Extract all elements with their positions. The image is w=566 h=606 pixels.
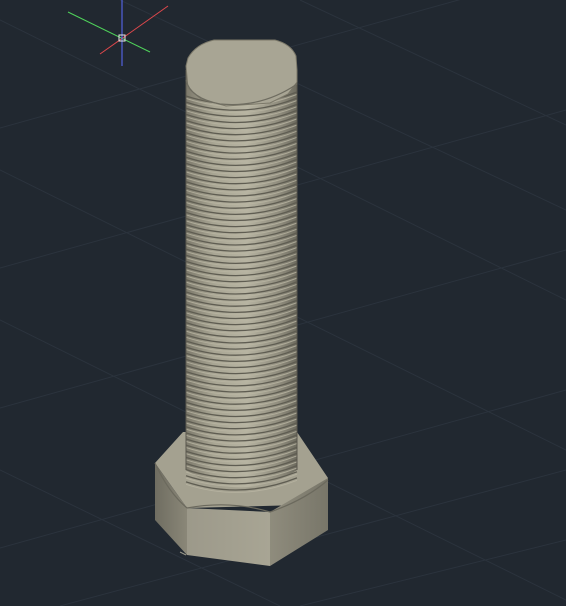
drawing-viewport[interactable] bbox=[0, 0, 566, 606]
model-canvas[interactable] bbox=[0, 0, 566, 606]
threaded-shank[interactable] bbox=[185, 70, 298, 493]
y-axis-line bbox=[67, 11, 151, 53]
hex-head-front-face bbox=[187, 508, 270, 566]
x-axis-line bbox=[99, 5, 169, 55]
ucs-crosshair-icon[interactable] bbox=[67, 0, 169, 66]
bolt-end-face[interactable] bbox=[185, 39, 298, 107]
bolt-end-cap bbox=[185, 39, 298, 107]
